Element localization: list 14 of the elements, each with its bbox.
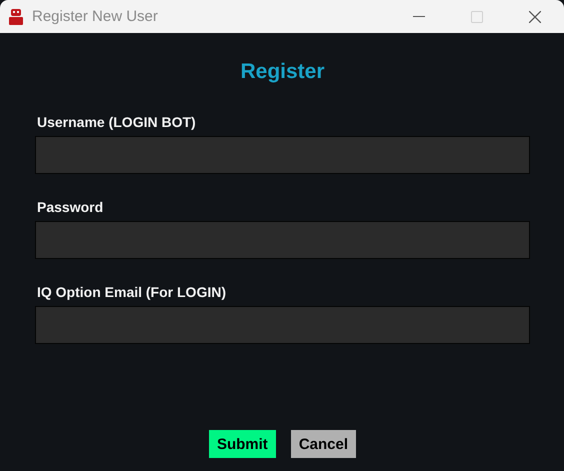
input-field[interactable] — [35, 221, 530, 259]
window-title: Register New User — [32, 8, 159, 25]
robot-icon — [8, 8, 24, 26]
cancel-button[interactable]: Cancel — [290, 430, 356, 458]
submit-button[interactable]: Submit — [208, 430, 276, 458]
field-label: IQ Option Email (For LOGIN) — [37, 284, 227, 300]
minimize-icon — [413, 16, 425, 18]
close-icon — [529, 10, 541, 22]
field-label: Username (LOGIN BOT) — [37, 114, 197, 130]
form-heading: Register — [240, 60, 325, 84]
field-label: Password — [37, 199, 104, 215]
input-field[interactable] — [35, 306, 530, 344]
maximize-icon — [471, 10, 483, 22]
input-field[interactable] — [35, 136, 530, 174]
